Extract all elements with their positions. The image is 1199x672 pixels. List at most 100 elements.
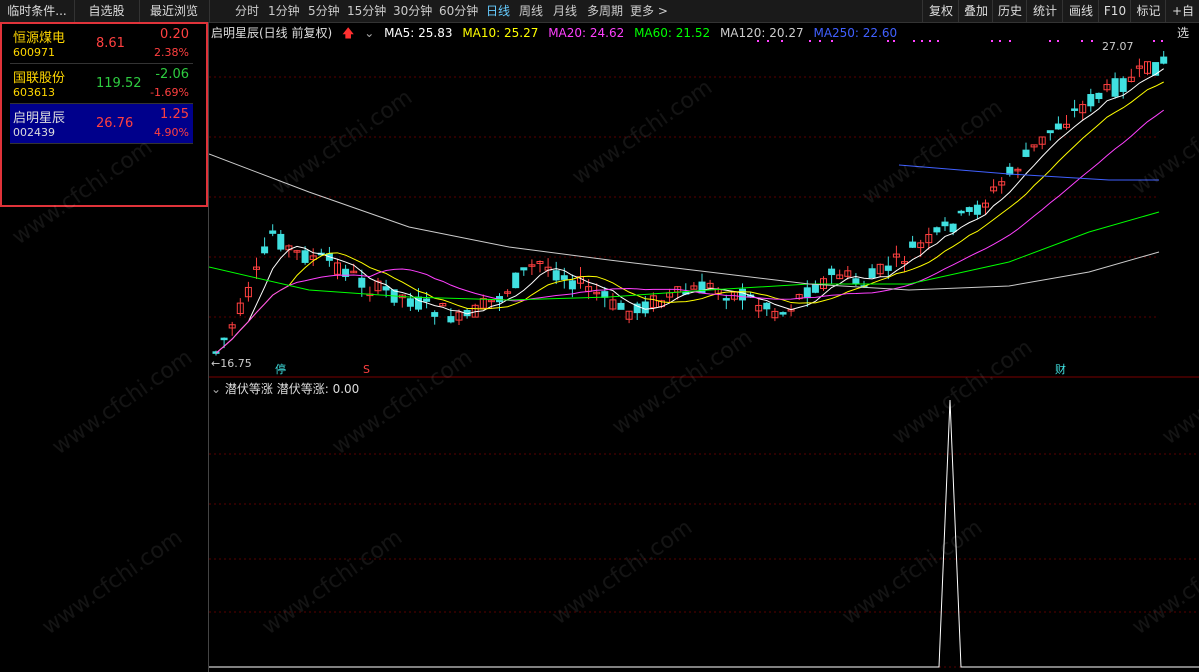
candle-body [811,284,819,293]
period-15min[interactable]: 15分钟 [347,0,386,22]
candle-body [1119,78,1127,92]
signal-dot [937,40,939,42]
signal-dot [781,40,783,42]
ma60-label: MA60: 21.52 [634,26,711,40]
mark-button[interactable]: 标记 [1130,0,1166,22]
candle-body [1054,123,1062,130]
candle-body [739,288,746,301]
period-multi[interactable]: 多周期 [587,0,623,22]
candle-body [868,268,876,279]
candle-body [763,302,771,310]
tab-recent[interactable]: 最近浏览 [139,0,210,22]
dropdown-icon[interactable]: ⌄ [211,382,221,396]
ma60-line [209,211,1160,301]
candle-body [269,230,277,234]
period-60min[interactable]: 60分钟 [439,0,478,22]
candle-body [779,312,787,315]
candle-body [828,268,836,276]
candle-body [277,233,285,250]
candle-body [909,241,917,248]
candle-body [722,298,730,301]
f10-button[interactable]: F10 [1098,0,1131,22]
sub-indicator-value: 潜伏等涨: 0.00 [276,382,360,396]
candle-body [406,298,414,307]
candle-body [957,210,965,214]
tab-temp-conditions[interactable]: 临时条件... [0,0,75,22]
low-price-label: ←16.75 [211,357,252,370]
signal-dot [893,40,895,42]
candle-body [1071,108,1079,111]
add-watch-button[interactable]: +自选 [1165,0,1199,40]
candle-body [1006,166,1014,175]
tab-watchlist[interactable]: 自选股 [74,0,140,22]
candle-body [423,298,431,302]
candle-body [884,265,892,271]
candle-body [1022,149,1030,157]
signal-dot [809,40,811,42]
period-tick[interactable]: 分时 [235,0,259,22]
ma10-label: MA10: 25.27 [462,26,539,40]
candle-body [852,278,860,285]
candle-body [803,287,811,299]
ma20-label: MA20: 24.62 [548,26,625,40]
candle-body [1095,92,1103,100]
period-1min[interactable]: 1分钟 [268,0,300,22]
sub-header: ⌄ 潜伏等涨 潜伏等涨: 0.00 [211,380,359,397]
candle-body [973,204,981,215]
candle-body [941,221,949,227]
s-marker: S [363,363,370,376]
candle-body [447,316,455,323]
candle-body [382,286,390,291]
high-price-label: 27.07 [1102,40,1134,53]
ma250-label: MA250: 22.60 [813,26,898,40]
candle-body [965,207,973,212]
candle-body [301,250,309,263]
candle-body [431,312,439,317]
candle-body [1111,78,1119,97]
candle-body [568,280,576,290]
candle-body [261,246,269,254]
signal-dot [757,40,759,42]
candle-body [512,272,520,289]
draw-button[interactable]: 画线 [1062,0,1099,22]
signal-dot [1161,40,1163,42]
candle-body [358,277,366,288]
period-weekly[interactable]: 周线 [519,0,543,22]
overlay-button[interactable]: 叠加 [958,0,993,22]
period-daily[interactable]: 日线 [486,0,510,22]
candle-body [560,275,568,280]
signal-dot [1057,40,1059,42]
signal-dot [819,40,821,42]
chart-header: 启明星辰(日线 前复权) 🡅 ⌄ MA5: 25.83 MA10: 25.27 … [211,24,903,40]
candle-body [1046,130,1054,134]
candle-body [520,267,528,271]
signal-dot [1091,40,1093,42]
stop-marker: 停 [275,362,286,376]
candle-body [617,302,625,310]
ma250-line [898,164,1159,181]
stats-button[interactable]: 统计 [1026,0,1063,22]
history-button[interactable]: 历史 [992,0,1027,22]
candle-body [933,227,941,233]
signal-dot [1081,40,1083,42]
signal-dot [921,40,923,42]
signal-dot [887,40,889,42]
candle-body [949,223,957,233]
up-arrow-icon: 🡅 [342,26,355,40]
signal-dot [1049,40,1051,42]
candle-body [552,270,560,281]
ma120-label: MA120: 20.27 [719,26,804,40]
candle-body [220,337,228,341]
signal-dot [1153,40,1155,42]
period-5min[interactable]: 5分钟 [308,0,340,22]
signal-dot [831,40,833,42]
period-monthly[interactable]: 月线 [553,0,577,22]
adjust-button[interactable]: 复权 [922,0,959,22]
ma5-label: MA5: 25.83 [384,26,453,40]
dropdown-icon[interactable]: ⌄ [364,26,374,40]
period-more[interactable]: 更多 > [630,0,668,22]
period-30min[interactable]: 30分钟 [393,0,432,22]
top-toolbar: 临时条件... 自选股 最近浏览 分时 1分钟 5分钟 15分钟 30分钟 60… [0,0,1199,40]
signal-dot [913,40,915,42]
finance-marker: 财 [1055,362,1066,376]
